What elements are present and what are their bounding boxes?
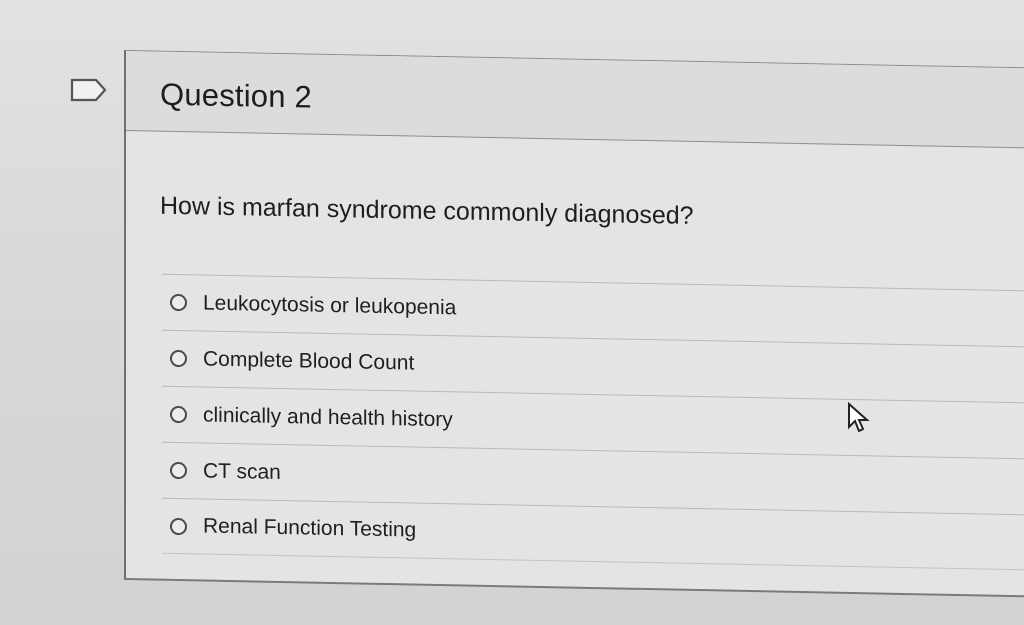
radio-button[interactable] [170, 461, 187, 480]
flag-question-icon[interactable] [70, 78, 108, 102]
radio-button[interactable] [170, 517, 187, 535]
question-title: Question 2 [160, 76, 312, 115]
answer-label[interactable]: CT scan [203, 459, 281, 484]
answer-label[interactable]: Leukocytosis or leukopenia [203, 291, 456, 320]
radio-button[interactable] [170, 405, 187, 424]
question-card: Question 2 How is marfan syndrome common… [124, 50, 1024, 598]
radio-button[interactable] [170, 349, 187, 368]
mouse-pointer-icon [848, 402, 870, 433]
answer-label[interactable]: Renal Function Testing [203, 515, 416, 543]
question-header: Question 2 [126, 51, 1024, 149]
question-text: How is marfan syndrome commonly diagnose… [160, 191, 694, 230]
answer-options: Leukocytosis or leukopenia Complete Bloo… [162, 273, 1024, 571]
answer-label[interactable]: Complete Blood Count [203, 347, 414, 375]
answer-label[interactable]: clinically and health history [203, 403, 453, 432]
quiz-screen: Question 2 How is marfan syndrome common… [0, 0, 1024, 625]
radio-button[interactable] [170, 293, 187, 312]
